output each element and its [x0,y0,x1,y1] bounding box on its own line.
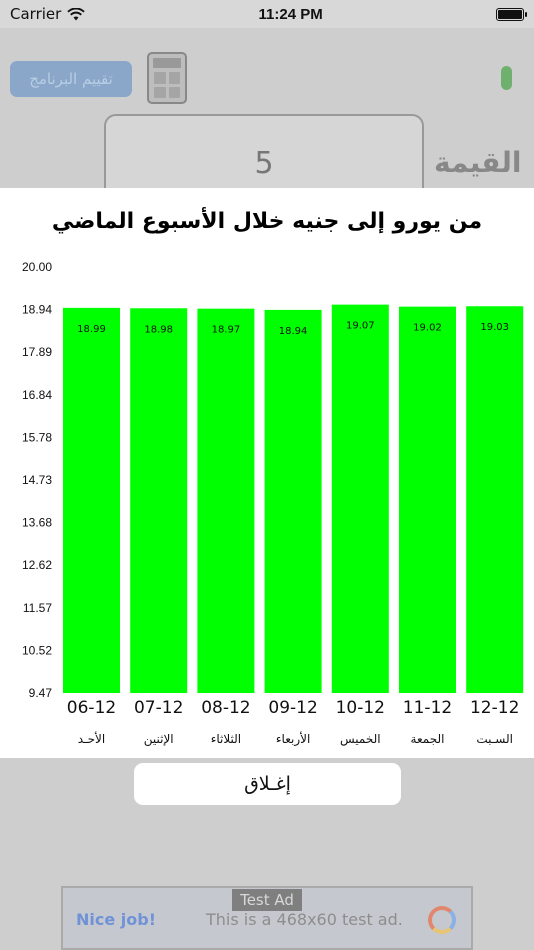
y-tick-label: 20.00 [22,260,52,274]
value-text: 5 [254,146,274,181]
y-tick-label: 15.78 [22,430,52,444]
x-tick-label: 06-12 [67,698,116,718]
day-name-label: الإثنين [144,732,174,747]
bar-value-label: 19.03 [480,322,509,333]
status-bar: Carrier 11:24 PM [0,0,534,28]
ad-nice-text: Nice job! [76,910,157,929]
day-name-label: السـبت [476,732,513,746]
x-tick-label: 09-12 [268,698,317,718]
rate-app-button[interactable]: تقييم البرنامج [10,61,132,97]
bar [63,307,120,693]
bar-chart: 20.00 18.94 17.89 16.84 15.78 14.73 13.68 12.62… [22,260,524,747]
bar-value-label: 19.02 [413,323,442,334]
bar-value-label: 18.94 [279,326,308,337]
day-name-label: الثلاثاء [211,732,241,746]
y-tick-label: 14.73 [22,473,52,487]
modal-title: من يورو إلى جنيه خلال الأسبوع الماضي [51,208,483,234]
ad-logo-icon [428,906,456,934]
x-tick-label: 12-12 [470,698,519,718]
bar-value-label: 19.07 [346,321,375,332]
bar [197,308,255,693]
x-tick-label: 10-12 [336,698,385,718]
y-tick-label: 12.62 [22,558,52,572]
day-name-label: الأحـد [78,731,105,746]
x-tick-label: 11-12 [403,698,452,718]
calculator-icon[interactable] [147,52,187,104]
day-name-label: الخميس [340,732,381,747]
day-name-label: الجمعة [411,732,445,746]
bar [466,306,524,693]
status-indicator [501,66,512,90]
x-tick-label: 07-12 [134,698,183,718]
bar [264,309,322,693]
close-button[interactable]: إغـلاق [134,763,401,805]
y-tick-label: 16.84 [22,388,52,402]
carrier-label: Carrier [10,5,62,23]
bar [130,308,188,693]
y-tick-label: 13.68 [22,516,52,530]
modal-header: من يورو إلى جنيه خلال الأسبوع الماضي [0,188,534,254]
y-tick-label: 17.89 [22,345,52,359]
wifi-icon [67,7,86,20]
bar-value-label: 18.98 [144,324,173,335]
x-tick-label: 08-12 [201,698,250,718]
y-tick-label: 11.57 [23,601,52,615]
y-tick-label: 10.52 [22,643,52,657]
clock: 11:24 PM [258,5,323,23]
y-tick-label: 18.94 [22,303,52,317]
chart-container: 20.00 18.94 17.89 16.84 15.78 14.73 13.68 12.62… [0,254,534,758]
value-label: القيمة [434,146,522,179]
bar-value-label: 18.99 [77,324,106,335]
y-tick-label: 9.47 [29,686,53,700]
status-left: Carrier [10,5,86,23]
ad-body-text: This is a 468x60 test ad. [206,910,403,929]
battery-icon [496,7,527,21]
ad-tag: Test Ad [232,889,302,911]
bar [399,306,456,693]
day-name-label: الأربعاء [276,731,310,747]
bar-value-label: 18.97 [212,325,241,336]
bar [331,304,389,693]
